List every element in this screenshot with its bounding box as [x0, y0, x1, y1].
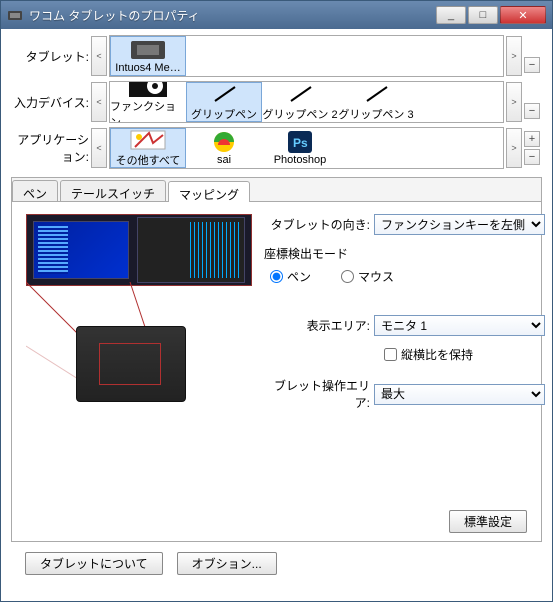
function-icon — [129, 81, 167, 97]
app-item-label: その他すべて — [116, 152, 181, 168]
mode-pen-radio[interactable]: ペン — [270, 268, 311, 285]
tablet-scroll-right[interactable]: > — [506, 36, 522, 76]
tool-item-label: グリップペン 2 — [262, 106, 337, 122]
svg-text:Ps: Ps — [293, 136, 308, 150]
aspect-ratio-checkbox[interactable] — [384, 348, 397, 361]
tab-tail-switch[interactable]: テールスイッチ — [60, 180, 166, 201]
tablet-scroll-left[interactable]: < — [91, 36, 107, 76]
tool-strip: ファンクション グリップペン グリップペン 2 グリップペン 3 — [109, 81, 504, 123]
tool-label: 入力デバイス — [11, 94, 91, 111]
app-item-label: Photoshop — [274, 154, 327, 166]
tracking-mode-group: 座標検出モード ペン マウス — [264, 245, 545, 285]
content: タブレット < Intuos4 Me… > − 入力デバイス < ファンクショ — [1, 29, 552, 595]
all-apps-icon — [129, 129, 167, 151]
tool-item-label: グリップペン 3 — [338, 106, 413, 122]
tracking-mode-title: 座標検出モード — [264, 245, 545, 262]
monitor-preview[interactable] — [26, 214, 252, 286]
pen-icon — [205, 83, 243, 105]
tablet-area-select[interactable]: 最大 — [374, 384, 545, 405]
tab-container: ペン テールスイッチ マッピング タブ — [11, 177, 542, 542]
tool-selector-row: 入力デバイス < ファンクション グリップペン グリップペン 2 グリップペン — [11, 81, 542, 123]
tool-scroll-left[interactable]: < — [91, 82, 107, 122]
tool-item-function[interactable]: ファンクション — [110, 82, 186, 122]
aspect-ratio-label: 縦横比を保持 — [401, 346, 473, 363]
titlebar[interactable]: ワコム タブレットのプロパティ _ □ ✕ — [1, 1, 552, 29]
app-item-sai[interactable]: sai — [186, 128, 262, 168]
app-label: アプリケーション — [11, 131, 91, 165]
app-icon — [7, 7, 23, 23]
tablet-preview[interactable] — [76, 326, 186, 402]
app-selector-row: アプリケーション < その他すべて sai Ps Photoshop > + — [11, 127, 542, 169]
tablet-selector-row: タブレット < Intuos4 Me… > − — [11, 35, 542, 77]
options-button[interactable]: オブション... — [177, 552, 277, 575]
mapping-settings-pane: タブレットの向き ファンクションキーを左側 座標検出モード ペン マウス 表示エ… — [264, 214, 545, 421]
mode-mouse-radio[interactable]: マウス — [341, 268, 394, 285]
maximize-button[interactable]: □ — [468, 6, 498, 24]
tool-item-label: ファンクション — [110, 98, 186, 124]
minimize-button[interactable]: _ — [436, 6, 466, 24]
app-remove-button[interactable]: − — [524, 149, 540, 165]
pen-icon — [281, 83, 319, 105]
app-scroll-left[interactable]: < — [91, 128, 107, 168]
about-tablet-button[interactable]: タブレットについて — [25, 552, 163, 575]
tablet-remove-button[interactable]: − — [524, 57, 540, 73]
tool-item-label: グリップペン — [191, 106, 257, 122]
mode-pen-label: ペン — [287, 268, 311, 285]
tool-item-grip-pen-2[interactable]: グリップペン 2 — [262, 82, 338, 122]
tablet-area-label: ブレット操作エリア — [264, 377, 374, 411]
display-area-label: 表示エリア — [264, 317, 374, 334]
tablet-item[interactable]: Intuos4 Me… — [110, 36, 186, 76]
window-title: ワコム タブレットのプロパティ — [29, 7, 436, 24]
display-area-select[interactable]: モニタ 1 — [374, 315, 545, 336]
pen-icon — [357, 83, 395, 105]
mapping-preview-pane — [26, 214, 252, 421]
tab-mapping[interactable]: マッピング — [168, 181, 250, 202]
window: ワコム タブレットのプロパティ _ □ ✕ タブレット < Intuos4 Me… — [0, 0, 553, 602]
tab-pen[interactable]: ペン — [12, 180, 58, 201]
window-buttons: _ □ ✕ — [436, 6, 546, 24]
tablet-item-label: Intuos4 Me… — [115, 62, 180, 74]
app-scroll-right[interactable]: > — [506, 128, 522, 168]
orientation-select[interactable]: ファンクションキーを左側 — [374, 214, 545, 235]
orientation-label: タブレットの向き — [264, 216, 374, 233]
photoshop-icon: Ps — [281, 131, 319, 153]
app-add-button[interactable]: + — [524, 131, 540, 147]
tool-remove-button[interactable]: − — [524, 103, 540, 119]
app-item-label: sai — [217, 154, 231, 166]
tab-bar: ペン テールスイッチ マッピング — [12, 178, 541, 202]
tool-item-grip-pen[interactable]: グリップペン — [186, 82, 262, 122]
close-button[interactable]: ✕ — [500, 6, 546, 24]
app-item-all[interactable]: その他すべて — [110, 128, 186, 168]
app-strip: その他すべて sai Ps Photoshop — [109, 127, 504, 169]
mode-mouse-label: マウス — [358, 268, 394, 285]
tool-item-grip-pen-3[interactable]: グリップペン 3 — [338, 82, 414, 122]
sai-icon — [205, 131, 243, 153]
app-item-photoshop[interactable]: Ps Photoshop — [262, 128, 338, 168]
tablet-label: タブレット — [11, 48, 91, 65]
tablet-thumb-icon — [129, 39, 167, 61]
footer: タブレットについて オブション... — [11, 542, 542, 585]
default-settings-button[interactable]: 標準設定 — [449, 510, 527, 533]
tablet-strip: Intuos4 Me… — [109, 35, 504, 77]
tab-body: タブレットの向き ファンクションキーを左側 座標検出モード ペン マウス 表示エ… — [12, 202, 541, 502]
tool-scroll-right[interactable]: > — [506, 82, 522, 122]
